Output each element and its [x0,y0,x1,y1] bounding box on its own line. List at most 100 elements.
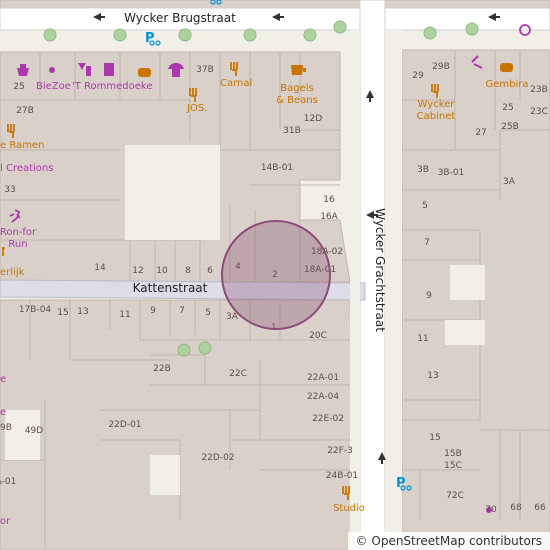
poi-label-creations[interactable]: l Creations [0,163,53,174]
house-number: 22C [229,369,247,379]
tree-icon [113,28,127,42]
house-number: 25 [502,103,513,113]
street-label-kattenstraat: Kattenstraat [133,281,208,295]
courtyard [445,320,485,345]
tree-icon [243,28,257,42]
burger-icon [138,68,151,77]
poi-label-bagels[interactable]: Bagels [280,83,313,94]
house-number: 7 [179,306,185,316]
poi-label-ronfor[interactable]: Ron-for [0,227,37,238]
tree-icon [198,341,212,355]
house-number: 15 [429,433,440,443]
poi-label-cabinet[interactable]: Cabinet [417,111,456,122]
tree-icon [177,343,191,357]
location-highlight-circle[interactable] [221,220,331,330]
house-number: 15C [444,461,462,471]
house-number: 6 [207,266,213,276]
house-number: 22E-02 [312,414,344,424]
building-strip-top-right [384,0,550,9]
house-number: 22D-02 [201,453,234,463]
house-number: 22D-01 [108,420,141,430]
map-canvas[interactable]: Wycker Brugstraat Kattenstraat Wycker Gr… [0,0,550,550]
house-number: 24B-01 [326,471,358,481]
house-number: 15 [57,308,68,318]
house-number: 27 [475,128,486,138]
tree-icon [423,26,437,40]
house-number: 20C [309,331,327,341]
house-number: 17B-04 [19,305,52,315]
house-number: 22A-01 [307,373,339,383]
street-label-wycker-brugstraat: Wycker Brugstraat [124,11,236,25]
poi-label-carnal[interactable]: Carnal [220,78,252,89]
shop-dot-icon [49,67,55,73]
attribution[interactable]: © OpenStreetMap contributors [347,532,550,550]
house-number: 10 [156,266,168,276]
house-number: 25B [501,122,519,132]
house-number: 22F-3 [327,446,353,456]
tree-icon [303,28,317,42]
house-number: 5 [205,308,211,318]
courtyard [150,455,180,495]
house-number: 22A-04 [307,392,339,402]
poi-label-studio[interactable]: Studio [333,503,365,514]
house-number: A-01 [0,477,16,487]
house-number: 23C [530,107,548,117]
house-number: 11 [119,310,130,320]
poi-label-rommedoeke[interactable]: 'T Rommedoeke [72,81,153,92]
house-number: 16A [320,212,338,222]
house-number: 15B [444,449,462,459]
house-number: 9 [150,306,156,316]
house-number: 5 [422,201,428,211]
house-number: 27B [16,106,34,116]
house-number: 31B [283,126,301,136]
poi-label-ramen[interactable]: e Ramen [0,140,44,151]
house-number: 14B-01 [261,163,293,173]
house-number: 29B [432,62,450,72]
house-number: 9B [0,423,12,433]
jar-icon [104,63,114,76]
tree-icon [465,22,479,36]
house-number: 3B [417,165,429,175]
tree-icon [43,28,57,42]
house-number: 3A [503,177,516,187]
house-number: 3B-01 [438,168,465,178]
house-number: 12 [132,266,143,276]
poi-label-erlijk[interactable]: erlijk [0,267,25,278]
building-block-south [0,299,356,550]
courtyard [450,265,485,300]
poi-label-wycker[interactable]: Wycker [418,99,456,110]
poi-label-gembira[interactable]: Gembira [485,79,528,90]
house-number: 13 [77,307,88,317]
house-number: 49D [25,426,43,436]
building-strip-top [0,0,361,9]
house-number: 23B [530,85,548,95]
house-number: 16 [323,195,335,205]
poi-label-e-2[interactable]: e [0,407,6,418]
house-number: 29 [412,71,424,81]
house-number: 68 [510,503,522,513]
house-number: 33 [4,185,15,195]
house-number: 22B [153,364,171,374]
tree-icon [333,20,347,34]
house-number: 70 [485,505,497,515]
poi-label-jos[interactable]: JOS. [186,103,207,114]
poi-label-run[interactable]: Run [8,239,27,250]
poi-label-or[interactable]: or [0,516,11,527]
house-number: 12D [304,114,322,124]
house-number: 13 [427,371,438,381]
house-number: 25 [13,82,24,92]
poi-label-e-1[interactable]: e [0,374,6,385]
house-number: 7 [424,238,430,248]
copyright-symbol: © [355,534,368,548]
house-number: 14 [94,263,106,273]
poi-label-bagels-beans[interactable]: & Beans [276,95,318,106]
house-number: 66 [534,503,546,513]
poi-label-biezoe[interactable]: BieZoe [36,81,71,92]
tree-icon [178,28,192,42]
house-number: 72C [446,491,464,501]
courtyard [125,145,220,240]
house-number: 37B [196,65,214,75]
burger-icon [500,63,513,72]
street-label-wycker-grachtstraat: Wycker Grachtstraat [373,208,387,332]
house-number: 9 [426,291,432,301]
